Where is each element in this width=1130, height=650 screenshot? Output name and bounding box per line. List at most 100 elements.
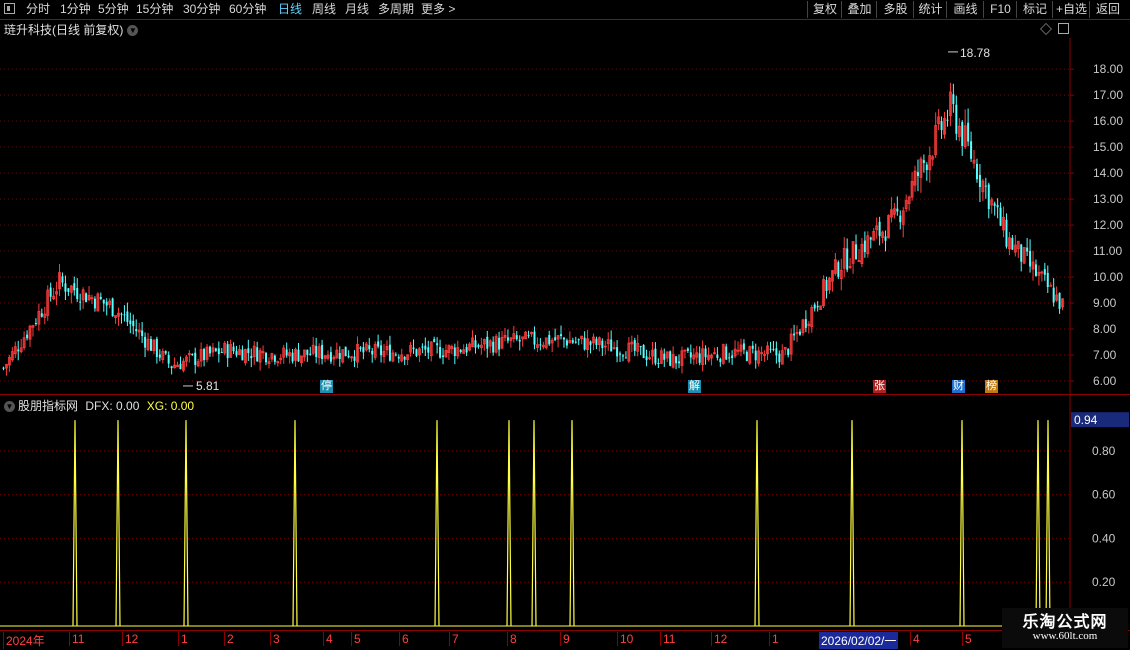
period-tab[interactable]: 日线 <box>278 2 302 17</box>
candle-body <box>657 363 660 365</box>
candle-body <box>26 334 29 339</box>
candle-body <box>571 340 574 343</box>
candle-body <box>241 349 244 361</box>
period-tab[interactable]: 15分钟 <box>136 2 173 17</box>
candle-body <box>40 313 43 317</box>
diamond-icon[interactable] <box>1040 23 1052 35</box>
price-chart[interactable]: 6.00 7.00 8.00 9.00 10.00 11.00 12.00 13.00 14.0… <box>0 38 1130 394</box>
price-tick-label: 15.00 <box>1093 140 1123 154</box>
candle-body <box>191 353 194 355</box>
event-mark-1[interactable]: 停 <box>320 380 333 393</box>
candle-body <box>421 346 424 348</box>
candle-body <box>899 215 902 223</box>
candle-body <box>135 328 138 332</box>
indicator-chart[interactable]: 0.20 0.40 0.60 0.80 0.94 <box>0 395 1130 630</box>
candle-body <box>208 346 211 354</box>
candle-body <box>123 314 126 316</box>
candle-body <box>17 349 20 352</box>
candle-body <box>601 340 604 349</box>
toolbar-button[interactable]: 标记 <box>1016 1 1053 18</box>
candle-body <box>515 335 518 340</box>
candle-body <box>1052 287 1055 303</box>
candle-body <box>787 349 790 355</box>
event-mark-5[interactable]: 榜 <box>985 380 998 393</box>
candle-body <box>855 244 858 260</box>
event-mark-2[interactable]: 解 <box>688 380 701 393</box>
toolbar-button[interactable]: 叠加 <box>841 1 877 18</box>
toolbar-button[interactable]: 复权 <box>807 1 842 18</box>
candle-body <box>804 319 807 328</box>
menu-icon[interactable] <box>4 3 15 14</box>
candle-body <box>878 221 881 237</box>
candle-body <box>362 347 365 353</box>
event-mark-4[interactable]: 财 <box>952 380 965 393</box>
candle-body <box>978 174 981 187</box>
panel-toggle-icon[interactable] <box>1058 23 1069 34</box>
candle-body <box>149 339 152 351</box>
candle-body <box>922 160 925 163</box>
date-label: 7 <box>449 632 459 646</box>
date-label: 1 <box>178 632 188 646</box>
candle-body <box>1049 284 1053 287</box>
candle-body <box>235 351 238 356</box>
toolbar-button[interactable]: 统计 <box>913 1 947 18</box>
candle-body <box>61 276 64 283</box>
candle-body <box>170 366 173 369</box>
candle-body <box>689 352 692 358</box>
candle-body <box>793 333 796 336</box>
current-date-label: 2026/02/02/一 <box>819 632 899 649</box>
period-tab[interactable]: 更多 > <box>421 2 455 17</box>
candle-body <box>984 185 987 187</box>
toolbar-button[interactable]: 画线 <box>946 1 984 18</box>
price-tick-label: 18.00 <box>1093 62 1123 76</box>
candle-body <box>226 344 229 359</box>
candle-body <box>1020 244 1023 262</box>
date-label: 6 <box>399 632 409 646</box>
candle-body <box>217 348 220 355</box>
chevron-down-icon[interactable]: ▼ <box>127 25 139 37</box>
toolbar-button[interactable]: 多股 <box>876 1 914 18</box>
date-label: 5 <box>351 632 361 646</box>
period-tab[interactable]: 1分钟 <box>60 2 91 17</box>
candle-body <box>565 340 568 346</box>
candle-body <box>610 339 613 352</box>
date-label: 2024年 <box>3 632 45 649</box>
candle-body <box>925 164 928 170</box>
signal-spike <box>849 420 855 627</box>
candle-body <box>583 337 586 350</box>
event-mark-3[interactable]: 张 <box>873 380 886 393</box>
period-tab[interactable]: 周线 <box>312 2 336 17</box>
period-tab[interactable]: 5分钟 <box>98 2 129 17</box>
period-tab[interactable]: 多周期 <box>378 2 414 17</box>
candle-body <box>798 331 801 335</box>
candle-body <box>896 208 899 212</box>
period-tab[interactable]: 分时 <box>26 2 50 17</box>
signal-spike <box>1045 420 1051 627</box>
toolbar-button[interactable]: +自选 <box>1052 1 1090 18</box>
candle-body <box>624 357 627 359</box>
candle-body <box>955 104 958 134</box>
candle-body <box>967 122 970 142</box>
candle-body <box>1034 264 1037 276</box>
candle-body <box>863 240 866 253</box>
period-tab[interactable]: 60分钟 <box>229 2 266 17</box>
price-tick-label: 10.00 <box>1093 270 1123 284</box>
candle-body <box>232 346 235 352</box>
toolbar-button[interactable]: 返回 <box>1089 1 1126 18</box>
price-tick-label: 13.00 <box>1093 192 1123 206</box>
candle-body <box>961 122 964 147</box>
period-tab[interactable]: 月线 <box>345 2 369 17</box>
date-label: 1 <box>769 632 779 646</box>
candle-body <box>412 347 415 350</box>
candle-body <box>642 345 645 359</box>
candle-body <box>203 348 206 361</box>
candle-body <box>377 341 380 347</box>
indicator-tick-label: 0.60 <box>1092 488 1116 502</box>
candle-body <box>397 356 400 359</box>
candle-body <box>76 288 79 300</box>
candle-body <box>492 341 495 353</box>
toolbar-button[interactable]: F10 <box>983 1 1017 18</box>
candle-body <box>179 363 182 370</box>
period-tab[interactable]: 30分钟 <box>183 2 220 17</box>
candle-body <box>427 347 430 353</box>
